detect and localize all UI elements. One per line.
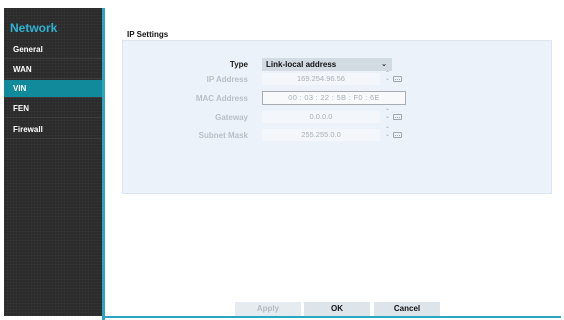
subnet-mask-keyboard-icon[interactable] <box>393 132 402 138</box>
gateway-keyboard-icon[interactable] <box>393 114 402 120</box>
apply-button[interactable]: Apply <box>235 302 301 316</box>
sidebar-item-vin[interactable]: VIN <box>4 80 105 98</box>
subnet-mask-field[interactable]: 255.255.0.0 <box>262 129 380 141</box>
subnet-mask-label: Subnet Mask <box>198 131 248 140</box>
sidebar: Network General WAN VIN FEN Firewall <box>4 8 105 316</box>
sidebar-item-general[interactable]: General <box>4 41 102 59</box>
sidebar-item-firewall[interactable]: Firewall <box>4 121 102 139</box>
type-select-value: Link-local address <box>266 60 337 69</box>
gateway-label: Gateway <box>215 113 248 122</box>
mac-address-field: 00 : 03 : 22 : 5B : F0 : 6E <box>262 91 406 105</box>
mac-address-label: MAC Address <box>195 94 248 103</box>
sidebar-title: Network <box>10 21 58 35</box>
type-label: Type <box>229 60 248 69</box>
type-select[interactable]: Link-local address ⌄ <box>262 58 392 71</box>
section-title: IP Settings <box>127 30 169 39</box>
sidebar-item-fen[interactable]: FEN <box>4 100 102 118</box>
cancel-button[interactable]: Cancel <box>374 302 440 316</box>
sidebar-item-wan[interactable]: WAN <box>4 61 102 79</box>
gateway-field[interactable]: 0.0.0.0 <box>262 111 380 123</box>
ip-address-label: IP Address <box>206 75 248 84</box>
ip-address-spinner-icon[interactable]: ⌃ ⌄ <box>384 71 391 82</box>
ip-address-keyboard-icon[interactable] <box>393 76 402 82</box>
chevron-down-icon: ⌄ <box>381 61 387 68</box>
ip-address-field[interactable]: 169.254.96.56 <box>262 73 380 85</box>
bottom-accent-line <box>105 316 561 318</box>
ok-button[interactable]: OK <box>304 302 370 316</box>
subnet-mask-spinner-icon[interactable]: ⌃ ⌄ <box>384 127 391 138</box>
sidebar-accent-line <box>102 8 105 320</box>
gateway-spinner-icon[interactable]: ⌃ ⌄ <box>384 109 391 120</box>
network-settings-window: Network General WAN VIN FEN Firewall IP … <box>0 0 564 320</box>
